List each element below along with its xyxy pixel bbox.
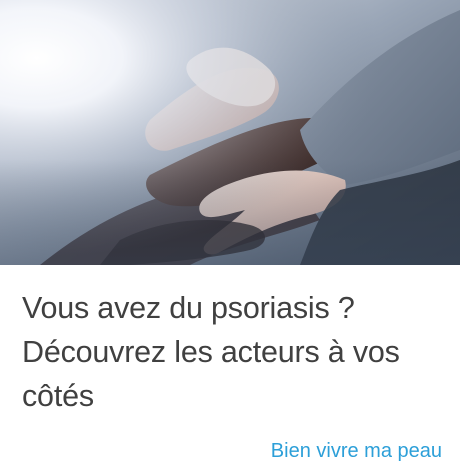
article-title-line-3[interactable]: côtés [22,374,442,418]
article-title-line-1[interactable]: Vous avez du psoriasis ? [22,286,442,330]
category-link[interactable]: Bien vivre ma peau [271,438,442,464]
article-image[interactable] [0,0,460,265]
article-title-line-2[interactable]: Découvrez les acteurs à vos [22,330,442,374]
article-card[interactable]: Vous avez du psoriasis ? Découvrez les a… [0,0,460,476]
stacked-hands-photo [0,0,460,265]
article-title[interactable]: Vous avez du psoriasis ? Découvrez les a… [22,286,442,418]
